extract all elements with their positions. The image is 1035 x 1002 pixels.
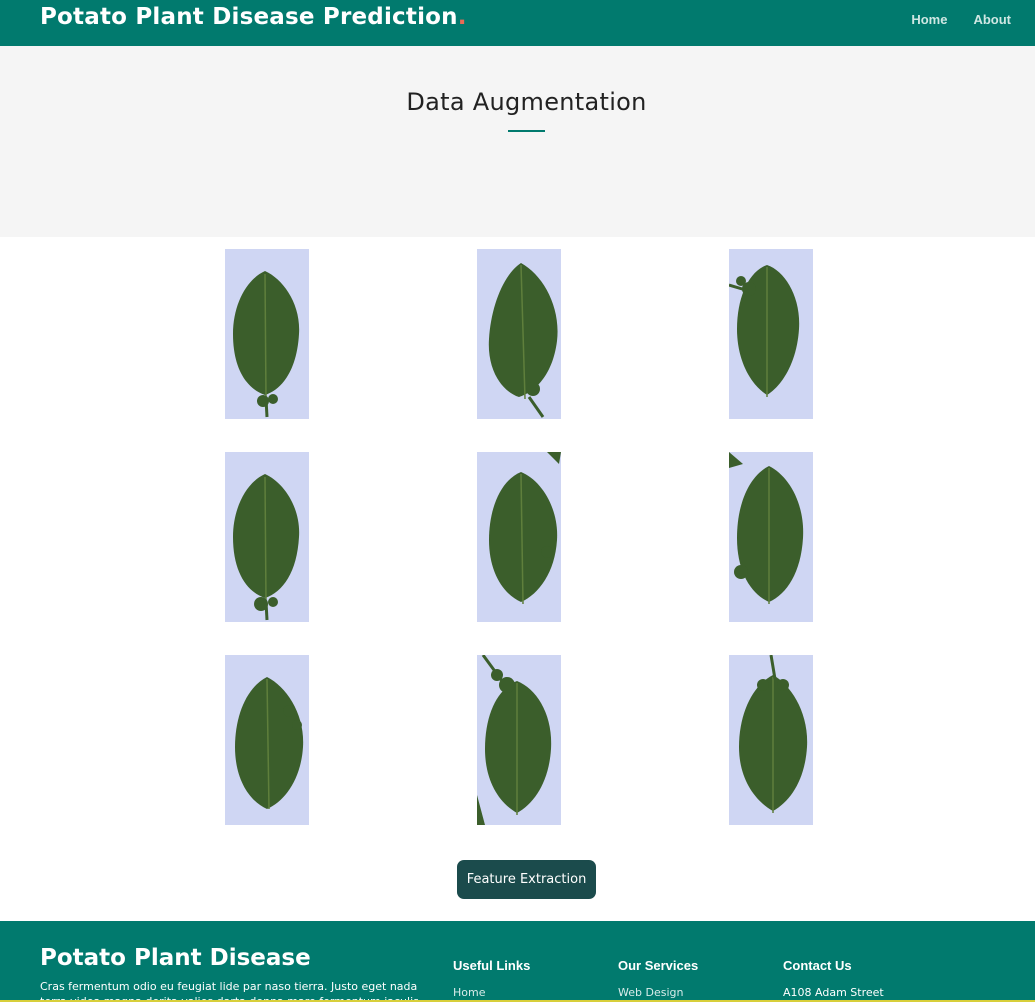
augmented-leaf-image-5	[477, 452, 561, 622]
footer-contact: Contact Us A108 Adam Street	[783, 958, 884, 999]
services-heading: Our Services	[618, 958, 699, 973]
contact-heading: Contact Us	[783, 958, 852, 973]
footer-link-home[interactable]: Home	[453, 986, 530, 999]
site-brand[interactable]: Potato Plant Disease Prediction.	[40, 4, 467, 30]
brand-text: Potato Plant Disease Prediction	[40, 4, 458, 30]
nav-about-link[interactable]: About	[973, 12, 1011, 27]
augmented-leaf-image-1	[225, 249, 309, 419]
augmented-leaf-image-4	[225, 452, 309, 622]
feature-extraction-button[interactable]: Feature Extraction	[457, 860, 596, 899]
footer-useful-links: Useful Links Home	[453, 958, 530, 999]
augmented-leaf-image-8	[477, 655, 561, 825]
title-underline	[508, 130, 545, 132]
page-title: Data Augmentation	[406, 88, 647, 116]
footer-brand: Potato Plant Disease	[40, 945, 311, 971]
useful-links-heading: Useful Links	[453, 958, 531, 973]
augmented-leaf-image-3	[729, 249, 813, 419]
site-footer: Potato Plant Disease Cras fermentum odio…	[0, 921, 1035, 1002]
top-navbar: Potato Plant Disease Prediction. Home Ab…	[0, 0, 1035, 46]
footer-description: Cras fermentum odio eu feugiat lide par …	[40, 980, 419, 1002]
footer-services: Our Services Web Design	[618, 958, 698, 999]
footer-service-web-design[interactable]: Web Design	[618, 986, 698, 999]
augmented-leaf-image-2	[477, 249, 561, 419]
brand-dot: .	[457, 4, 467, 30]
contact-address: A108 Adam Street	[783, 986, 884, 999]
nav-home-link[interactable]: Home	[911, 12, 947, 27]
nav-links: Home About	[911, 12, 1011, 27]
augmented-leaf-image-6	[729, 452, 813, 622]
augmented-leaf-image-7	[225, 655, 309, 825]
page-hero: Data Augmentation	[0, 46, 1035, 237]
augmented-leaf-image-9	[729, 655, 813, 825]
